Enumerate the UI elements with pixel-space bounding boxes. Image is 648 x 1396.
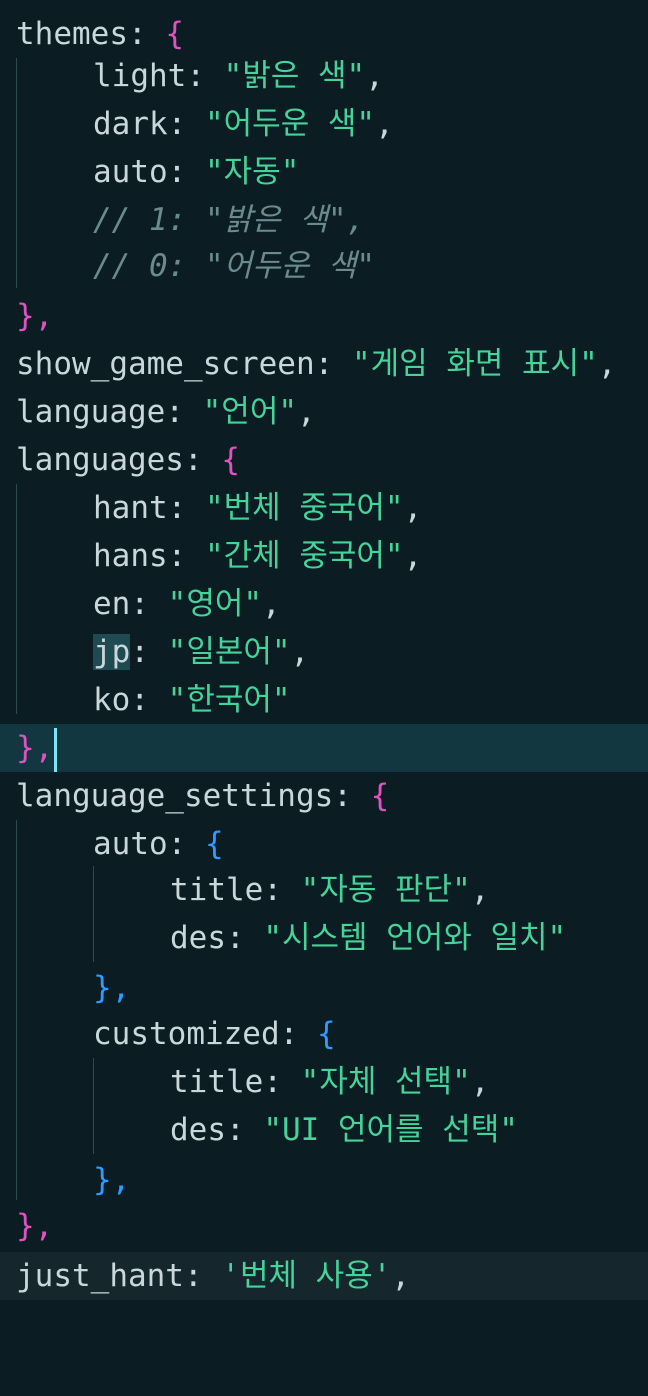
- close-brace: },: [93, 970, 131, 1006]
- text-cursor: [54, 727, 58, 772]
- code-string: "일본어": [167, 634, 291, 670]
- code-line[interactable]: dark: "어두운 색",: [0, 100, 648, 148]
- code-key: just_hant: [16, 1258, 184, 1294]
- code-key-highlighted: jp: [93, 634, 131, 670]
- code-key: ko: [93, 682, 131, 718]
- code-key: languages: [16, 442, 184, 478]
- code-key: dark: [93, 106, 168, 142]
- code-key: themes: [16, 16, 128, 52]
- code-line[interactable]: des: "UI 언어를 선택": [0, 1106, 648, 1154]
- code-line[interactable]: language_settings: {: [0, 772, 648, 820]
- open-brace: {: [165, 16, 184, 52]
- code-line[interactable]: show_game_screen: "게임 화면 표시",: [0, 340, 648, 388]
- code-string: "자동": [204, 154, 300, 190]
- close-brace: },: [16, 730, 54, 766]
- code-line[interactable]: customized: {: [0, 1010, 648, 1058]
- code-line[interactable]: title: "자동 판단",: [0, 866, 648, 914]
- code-string: "간체 중국어": [204, 538, 404, 574]
- code-string: "자체 선택": [300, 1064, 471, 1100]
- code-comment: // 0: "어두운 색": [93, 248, 376, 284]
- code-line[interactable]: ko: "한국어": [0, 676, 648, 724]
- code-key: light: [93, 58, 187, 94]
- code-line[interactable]: language: "언어",: [0, 388, 648, 436]
- code-line[interactable]: en: "영어",: [0, 580, 648, 628]
- code-string: "언어": [202, 394, 298, 430]
- code-key: title: [170, 872, 264, 908]
- open-brace: {: [316, 1016, 336, 1052]
- code-line[interactable]: light: "밝은 색",: [0, 52, 648, 100]
- code-line[interactable]: just_hant: '번체 사용',: [0, 1252, 648, 1300]
- code-key: customized: [93, 1016, 280, 1052]
- code-string: "UI 언어를 선택": [263, 1112, 518, 1148]
- code-line-current[interactable]: },: [0, 724, 648, 772]
- code-string: '번체 사용': [221, 1258, 392, 1294]
- code-key: auto: [93, 154, 168, 190]
- code-line[interactable]: des: "시스템 언어와 일치": [0, 914, 648, 962]
- code-line[interactable]: languages: {: [0, 436, 648, 484]
- close-brace: },: [16, 298, 54, 334]
- open-brace: {: [204, 826, 224, 862]
- code-line[interactable]: auto: {: [0, 820, 648, 868]
- code-string: "한국어": [167, 682, 291, 718]
- code-string: "자동 판단": [300, 872, 471, 908]
- code-line[interactable]: hans: "간체 중국어",: [0, 532, 648, 580]
- code-line[interactable]: },: [0, 292, 648, 340]
- code-line[interactable]: },: [0, 964, 648, 1012]
- code-string: "어두운 색": [204, 106, 376, 142]
- code-key: hant: [93, 490, 168, 526]
- code-key: show_game_screen: [16, 346, 315, 382]
- close-brace: },: [16, 1208, 54, 1244]
- code-line[interactable]: hant: "번체 중국어",: [0, 484, 648, 532]
- code-string: "밝은 색": [223, 58, 366, 94]
- code-line[interactable]: },: [0, 1202, 648, 1250]
- code-string: "번체 중국어": [204, 490, 404, 526]
- code-string: "영어": [167, 586, 263, 622]
- close-brace: },: [93, 1162, 131, 1198]
- code-line[interactable]: },: [0, 1156, 648, 1204]
- code-string: "시스템 언어와 일치": [263, 920, 567, 956]
- code-line[interactable]: // 1: "밝은 색",: [0, 196, 648, 244]
- code-key: en: [93, 586, 131, 622]
- code-key: language_settings: [16, 778, 334, 814]
- code-key: hans: [93, 538, 168, 574]
- code-line[interactable]: jp: "일본어",: [0, 628, 648, 676]
- code-key: auto: [93, 826, 168, 862]
- open-brace: {: [221, 442, 240, 478]
- code-key: language: [16, 394, 166, 430]
- code-line[interactable]: title: "자체 선택",: [0, 1058, 648, 1106]
- code-line[interactable]: themes: {: [0, 10, 648, 58]
- code-key: des: [170, 1112, 226, 1148]
- code-key: title: [170, 1064, 264, 1100]
- code-line[interactable]: auto: "자동": [0, 148, 648, 196]
- code-line[interactable]: // 0: "어두운 색": [0, 242, 648, 290]
- code-comment: // 1: "밝은 색",: [93, 202, 366, 238]
- open-brace: {: [370, 778, 390, 814]
- code-string: "게임 화면 표시": [351, 346, 598, 382]
- code-key: des: [170, 920, 226, 956]
- code-editor[interactable]: themes: { light: "밝은 색", dark: "어두운 색", …: [0, 0, 648, 1304]
